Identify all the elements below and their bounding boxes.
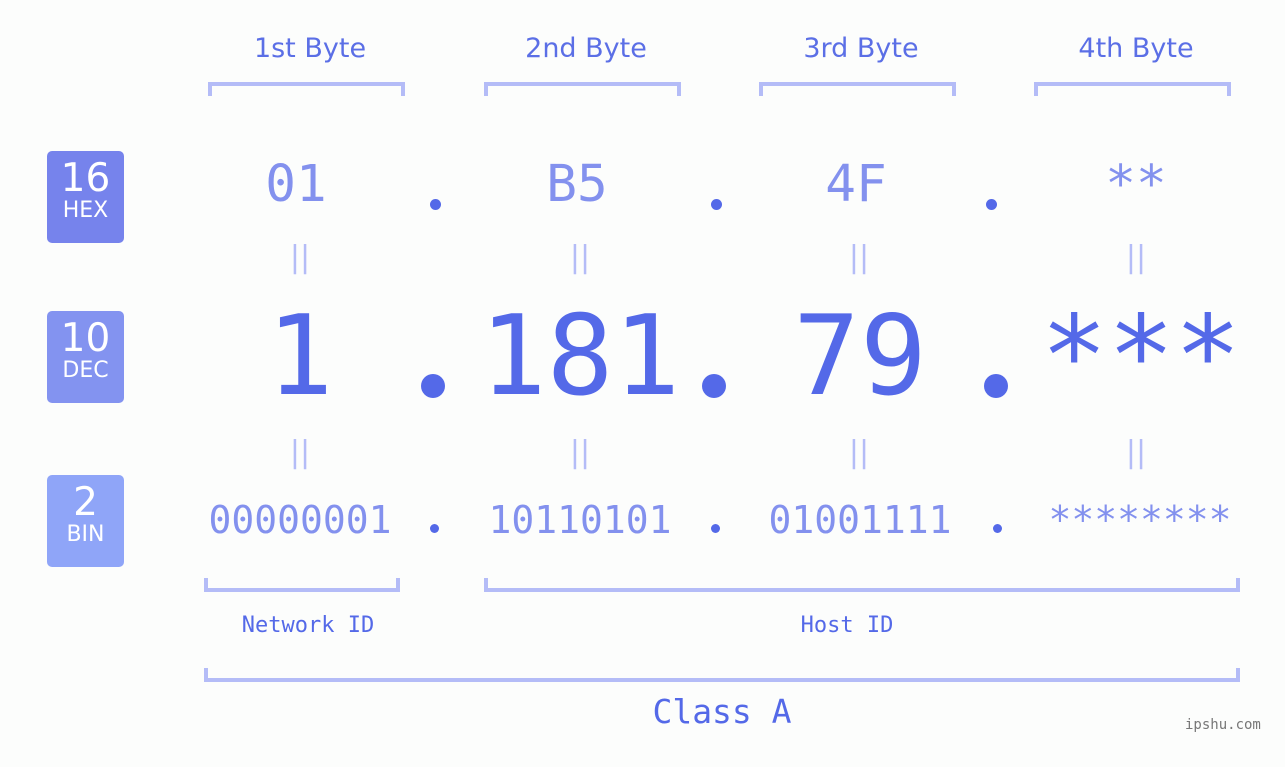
hex-badge-number: 16 (60, 156, 111, 201)
equals-icon: || (848, 435, 870, 470)
hex-badge-label: HEX (62, 198, 109, 223)
dec-badge-number: 10 (60, 316, 111, 361)
hex-separator-dot-1 (430, 199, 441, 210)
bin-separator-dot-2 (711, 524, 720, 533)
hex-value-2: B5 (546, 155, 608, 214)
network-id-bracket (204, 578, 400, 592)
dec-value-3: 79 (793, 292, 927, 421)
dec-separator-dot-2 (702, 374, 726, 398)
class-bracket (204, 668, 1240, 682)
bin-value-1: 00000001 (208, 498, 392, 542)
bin-value-2: 10110101 (488, 498, 672, 542)
bin-value-4: ******** (1048, 498, 1232, 542)
bin-badge: 2 BIN (47, 475, 124, 567)
dec-value-1: 1 (266, 292, 334, 421)
dec-separator-dot-3 (984, 374, 1008, 398)
dec-value-4: *** (1040, 292, 1242, 421)
byte-bracket-2 (484, 82, 681, 96)
dec-badge: 10 DEC (47, 311, 124, 403)
equals-icon: || (1125, 435, 1147, 470)
bin-separator-dot-1 (430, 524, 439, 533)
hex-separator-dot-3 (986, 199, 997, 210)
dec-value-2: 181 (479, 292, 681, 421)
byte-header-1: 1st Byte (253, 33, 367, 64)
bin-value-3: 01001111 (768, 498, 952, 542)
equals-icon: || (289, 240, 311, 275)
byte-bracket-4 (1034, 82, 1231, 96)
byte-bracket-1 (208, 82, 405, 96)
network-id-label: Network ID (241, 613, 375, 638)
byte-header-4: 4th Byte (1078, 33, 1194, 64)
byte-header-3: 3rd Byte (803, 33, 919, 64)
equals-icon: || (569, 240, 591, 275)
equals-icon: || (569, 435, 591, 470)
hex-value-3: 4F (825, 155, 887, 214)
equals-icon: || (1125, 240, 1147, 275)
hex-badge: 16 HEX (47, 151, 124, 243)
bin-separator-dot-3 (993, 524, 1002, 533)
byte-bracket-3 (759, 82, 956, 96)
bin-badge-label: BIN (66, 522, 105, 547)
equals-icon: || (289, 435, 311, 470)
dec-separator-dot-1 (421, 374, 445, 398)
hex-separator-dot-2 (711, 199, 722, 210)
hex-value-4: ** (1105, 155, 1167, 214)
class-label: Class A (652, 692, 792, 731)
watermark: ipshu.com (1185, 717, 1261, 733)
bin-badge-number: 2 (73, 480, 98, 525)
byte-header-2: 2nd Byte (525, 33, 647, 64)
equals-icon: || (848, 240, 870, 275)
hex-value-1: 01 (265, 155, 327, 214)
dec-badge-label: DEC (62, 358, 109, 383)
host-id-label: Host ID (800, 613, 894, 638)
host-id-bracket (484, 578, 1240, 592)
